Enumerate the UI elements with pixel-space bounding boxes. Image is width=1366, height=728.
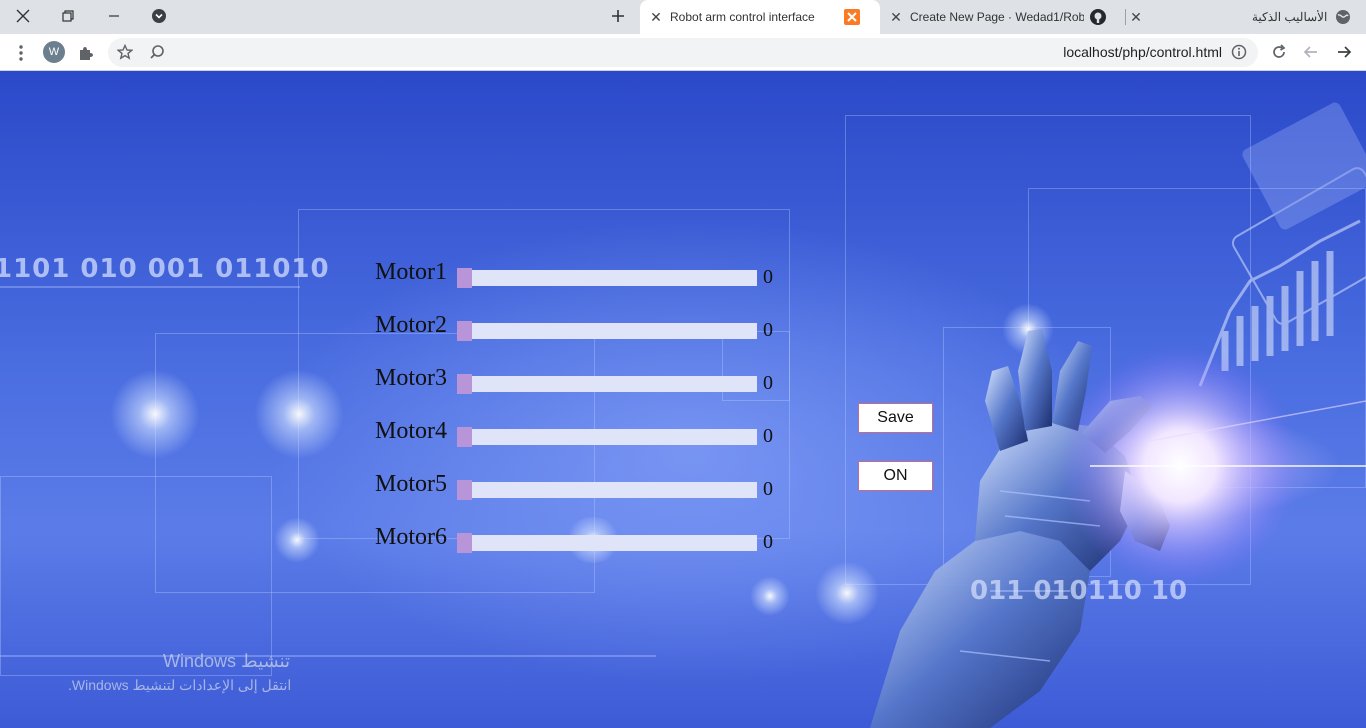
reload-icon bbox=[1273, 44, 1286, 58]
motor-row-1: Motor1 0 bbox=[375, 259, 785, 289]
motor-slider-thumb[interactable] bbox=[457, 480, 472, 500]
puzzle-icon bbox=[80, 47, 93, 60]
motor-row-3: Motor3 0 bbox=[375, 365, 785, 395]
motor-slider-thumb[interactable] bbox=[457, 374, 472, 394]
motor-slider-thumb[interactable] bbox=[457, 427, 472, 447]
motor-slider-thumb[interactable] bbox=[457, 268, 472, 288]
motor-slider-track[interactable] bbox=[457, 535, 757, 551]
motor-slider-thumb[interactable] bbox=[457, 321, 472, 341]
arrow-right-icon bbox=[1338, 46, 1352, 58]
lens-button[interactable] bbox=[146, 41, 168, 63]
tab-close-icon[interactable]: ✕ bbox=[888, 9, 904, 25]
save-button[interactable]: Save bbox=[858, 403, 933, 433]
tab-title: الأساليب الذكية bbox=[1252, 10, 1328, 24]
windows-activation-subtitle: انتقل إلى الإعدادات لتنشيط Windows. bbox=[68, 677, 292, 693]
binary-text: 1101 010 001 011010 bbox=[0, 254, 330, 284]
browser-menu-button[interactable] bbox=[10, 42, 32, 64]
background-line bbox=[0, 286, 300, 288]
motor-label: Motor3 bbox=[375, 365, 447, 391]
lens-search-icon bbox=[150, 45, 164, 59]
motor-row-2: Motor2 0 bbox=[375, 312, 785, 342]
window-minimize-button[interactable] bbox=[91, 0, 137, 32]
light-glow bbox=[110, 369, 200, 459]
motor-label: Motor6 bbox=[375, 524, 447, 550]
motor-label: Motor4 bbox=[375, 418, 447, 444]
motor-value: 0 bbox=[763, 478, 773, 500]
globe-icon bbox=[1335, 9, 1351, 25]
new-tab-button[interactable] bbox=[595, 0, 641, 32]
tab-title: Robot arm control interface bbox=[670, 10, 815, 24]
tab-strip: ✕ Robot arm control interface ✕ Create N… bbox=[0, 0, 1366, 34]
close-icon bbox=[16, 9, 30, 23]
tab-search-icon bbox=[152, 9, 166, 23]
motor-label: Motor5 bbox=[375, 471, 447, 497]
motor-value: 0 bbox=[763, 372, 773, 394]
plus-icon bbox=[612, 10, 624, 22]
light-glow bbox=[274, 517, 320, 563]
tab-divider bbox=[1125, 9, 1126, 25]
reload-button[interactable] bbox=[1268, 41, 1290, 63]
motor-value: 0 bbox=[763, 266, 773, 288]
motor-slider-track[interactable] bbox=[457, 323, 757, 339]
back-button[interactable] bbox=[1300, 41, 1322, 63]
motor-value: 0 bbox=[763, 425, 773, 447]
tab-robot-arm[interactable]: ✕ Robot arm control interface bbox=[640, 0, 880, 34]
tab-close-icon[interactable]: ✕ bbox=[1128, 9, 1144, 25]
tab-github[interactable]: ✕ Create New Page · Wedad1/Robo bbox=[884, 0, 1124, 34]
motor-label: Motor2 bbox=[375, 312, 447, 338]
motor-label: Motor1 bbox=[375, 259, 447, 285]
tab-search-button[interactable] bbox=[136, 0, 182, 32]
forward-button[interactable] bbox=[1333, 41, 1355, 63]
motor-row-5: Motor5 0 bbox=[375, 471, 785, 501]
tab-arabic[interactable]: ✕ الأساليب الذكية bbox=[1128, 0, 1358, 34]
motor-row-6: Motor6 0 bbox=[375, 524, 785, 554]
profile-avatar[interactable]: W bbox=[43, 41, 65, 63]
address-bar[interactable]: localhost/php/control.html bbox=[108, 38, 1258, 67]
robot-hand-illustration: 011 010110 10 bbox=[870, 102, 1366, 728]
window-restore-button[interactable] bbox=[45, 0, 91, 32]
github-icon bbox=[1090, 9, 1106, 25]
motor-slider-track[interactable] bbox=[457, 482, 757, 498]
star-icon bbox=[117, 44, 133, 60]
windows-activation-title: تنشيط Windows bbox=[163, 651, 291, 671]
on-button[interactable]: ON bbox=[858, 461, 933, 491]
site-info-button[interactable] bbox=[1228, 41, 1250, 63]
background-panel bbox=[0, 476, 272, 676]
motor-slider-thumb[interactable] bbox=[457, 533, 472, 553]
motor-slider-track[interactable] bbox=[457, 270, 757, 286]
xampp-icon bbox=[844, 9, 860, 25]
page-content: 1101 010 001 011010 011 010110 10 Motor1… bbox=[0, 71, 1366, 728]
minimize-icon bbox=[109, 15, 119, 17]
motor-row-4: Motor4 0 bbox=[375, 418, 785, 448]
tab-title: Create New Page · Wedad1/Robo bbox=[910, 10, 1084, 24]
window-close-button[interactable] bbox=[0, 0, 46, 32]
motor-value: 0 bbox=[763, 531, 773, 553]
url-text[interactable]: localhost/php/control.html bbox=[1063, 44, 1222, 60]
motor-slider-track[interactable] bbox=[457, 376, 757, 392]
kebab-menu-icon bbox=[19, 45, 23, 61]
bookmark-button[interactable] bbox=[114, 41, 136, 63]
binary-text: 011 010110 10 bbox=[970, 576, 1187, 606]
light-glow bbox=[254, 369, 344, 459]
arrow-left-icon bbox=[1303, 46, 1317, 58]
motor-value: 0 bbox=[763, 319, 773, 341]
info-icon bbox=[1231, 44, 1247, 60]
tab-close-icon[interactable]: ✕ bbox=[648, 9, 664, 25]
background-line bbox=[0, 655, 656, 657]
motor-slider-track[interactable] bbox=[457, 429, 757, 445]
extensions-button[interactable] bbox=[75, 42, 97, 64]
restore-icon bbox=[62, 10, 74, 22]
